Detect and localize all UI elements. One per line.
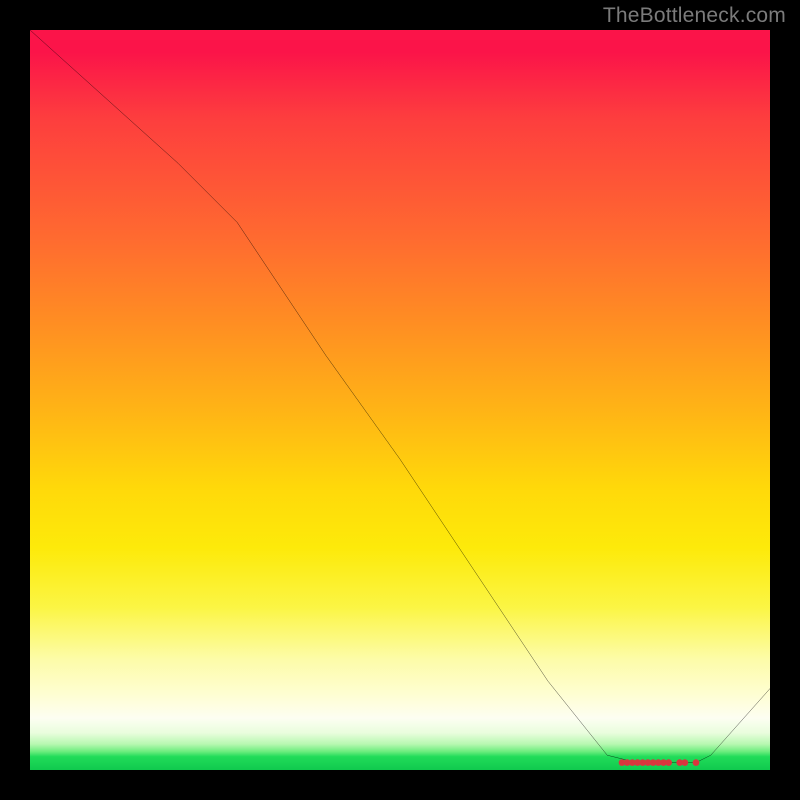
chart-frame: TheBottleneck.com (0, 0, 800, 800)
watermark-text: TheBottleneck.com (603, 4, 786, 28)
marker-dot (693, 759, 700, 766)
marker-dot (665, 759, 672, 766)
curve-line (30, 30, 770, 763)
plot-area (30, 30, 770, 770)
chart-svg (30, 30, 770, 770)
flat-segment-markers (619, 759, 700, 766)
marker-dot (682, 759, 689, 766)
